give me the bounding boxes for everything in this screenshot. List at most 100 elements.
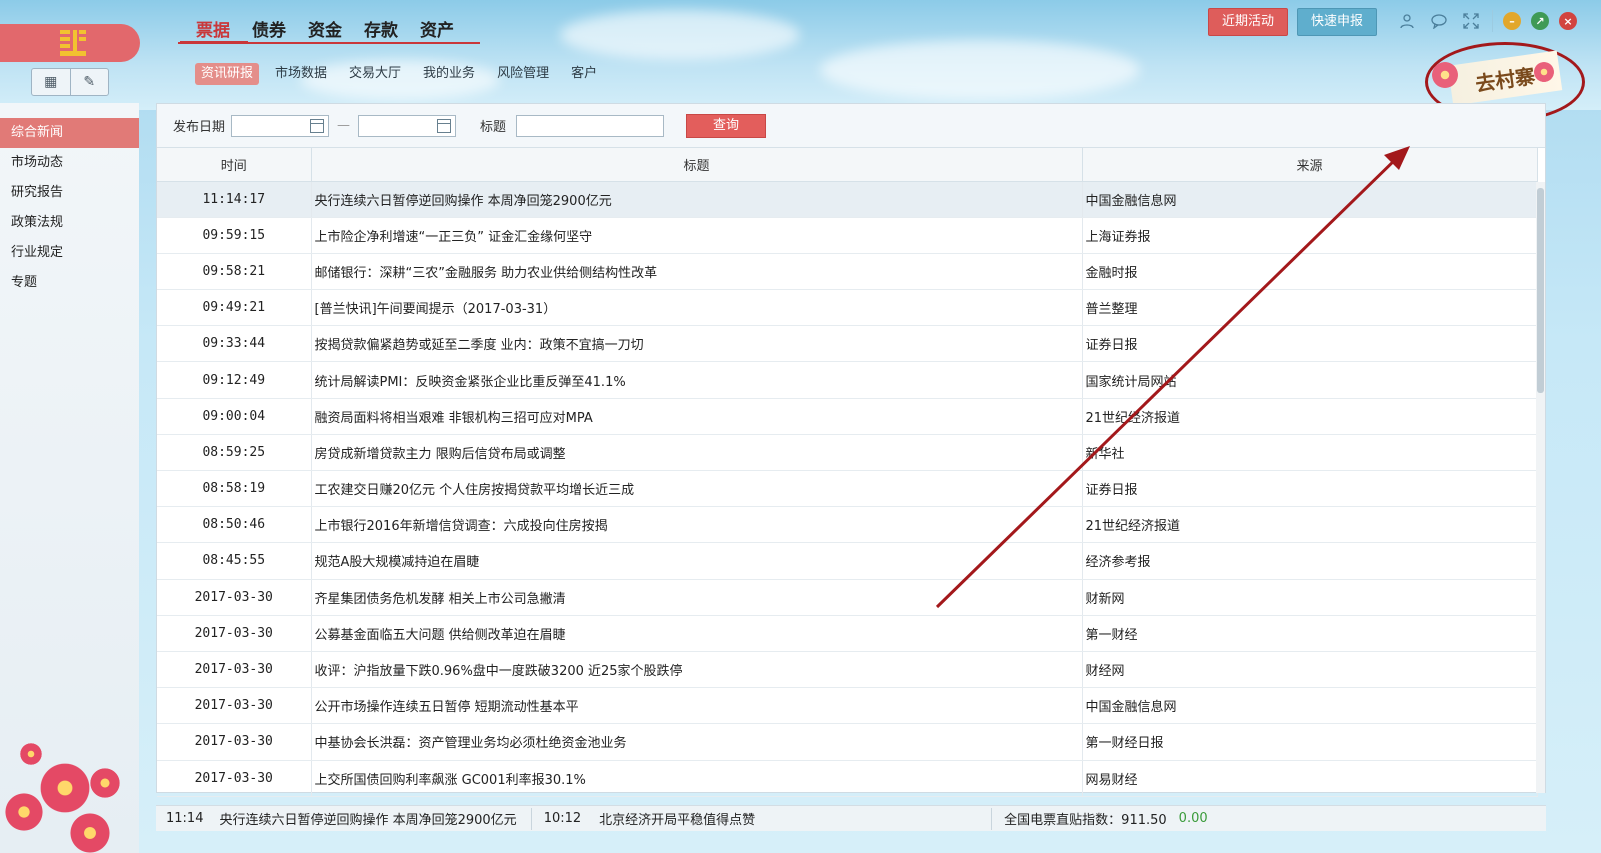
main-nav-item-deposits[interactable]: 存款: [353, 18, 409, 44]
row-time: 2017-03-30: [157, 723, 312, 761]
table-row[interactable]: 08:59:25 房贷成新增贷款主力 限购后信贷布局或调整 新华社: [157, 434, 1538, 472]
sidebar-item-market-news[interactable]: 市场动态: [0, 148, 139, 178]
table-row[interactable]: 09:12:49 统计局解读PMI：反映资金紧张企业比重反弹至41.1% 国家统计局…: [157, 361, 1538, 399]
calendar-icon[interactable]: [437, 118, 452, 133]
stamp-text: 去村寨: [1473, 63, 1537, 96]
scrollbar-thumb[interactable]: [1537, 188, 1544, 393]
row-title[interactable]: 收评：沪指放量下跌0.96%盘中一度跌破3200 近25家个股跌停: [311, 651, 1083, 689]
grid-icon[interactable]: ▦: [32, 69, 70, 95]
table-row[interactable]: 11:14:17 央行连续六日暂停逆回购操作 本周净回笼2900亿元 中国金融信息网: [157, 181, 1538, 218]
table-row[interactable]: 2017-03-30 上交所国债回购利率飙涨 GC001利率报30.1% 网易财经: [157, 760, 1538, 797]
column-header-source[interactable]: 来源: [1082, 148, 1538, 182]
news-panel: 发布日期 — 标题 查询 时间 标题 来源 11:14:17 央行连续六日暂停逆回…: [156, 103, 1546, 797]
sub-nav-item-news-research[interactable]: 资讯研报: [195, 63, 260, 85]
row-title[interactable]: 融资局面料将相当艰难 非银机构三招可应对MPA: [311, 398, 1083, 435]
table-row[interactable]: 08:45:55 规范A股大规模减持迫在眉睫 经济参考报: [157, 542, 1538, 580]
sub-nav-item-clients[interactable]: 客户: [565, 63, 603, 85]
row-title[interactable]: [普兰快讯]午间要闻提示（2017-03-31）: [311, 289, 1083, 327]
row-title[interactable]: 上市银行2016年新增信贷调查：六成投向住房按揭: [311, 506, 1083, 544]
sidebar-item-research-reports[interactable]: 研究报告: [0, 178, 139, 208]
sidebar-item-policies[interactable]: 政策法规: [0, 208, 139, 238]
row-title[interactable]: 公募基金面临五大问题 供给侧改革迫在眉睫: [311, 615, 1083, 652]
row-source: 国家统计局网站: [1082, 361, 1538, 399]
row-time: 2017-03-30: [157, 687, 312, 725]
row-title[interactable]: 工农建交日赚20亿元 个人住房按揭贷款平均增长近三成: [311, 470, 1083, 508]
filter-bar: 发布日期 — 标题 查询: [157, 104, 1545, 148]
ticker-news-2[interactable]: 北京经济开局平稳值得点赞: [581, 809, 755, 828]
mini-toolbar: ▦ ✎: [31, 68, 109, 96]
row-source: 第一财经: [1082, 615, 1538, 652]
row-title[interactable]: 上市险企净利增速“一正三负” 证金汇金缘何坚守: [311, 217, 1083, 254]
row-time: 2017-03-30: [157, 579, 312, 616]
row-time: 09:12:49: [157, 361, 312, 399]
main-nav-item-bonds[interactable]: 债券: [241, 18, 297, 44]
table-row[interactable]: 09:59:15 上市险企净利增速“一正三负” 证金汇金缘何坚守 上海证券报: [157, 217, 1538, 254]
close-icon[interactable]: ×: [1559, 12, 1577, 30]
row-title[interactable]: 房贷成新增贷款主力 限购后信贷布局或调整: [311, 434, 1083, 472]
row-title[interactable]: 公开市场操作连续五日暂停 短期流动性基本平: [311, 687, 1083, 725]
sub-nav-item-my-business[interactable]: 我的业务: [417, 63, 481, 85]
row-title[interactable]: 齐星集团债务危机发酵 相关上市公司急撇清: [311, 579, 1083, 616]
row-title[interactable]: 统计局解读PMI：反映资金紧张企业比重反弹至41.1%: [311, 361, 1083, 399]
title-search-input[interactable]: [516, 114, 665, 137]
row-source: 证券日报: [1082, 470, 1538, 508]
row-title[interactable]: 央行连续六日暂停逆回购操作 本周净回笼2900亿元: [311, 181, 1083, 218]
table-row[interactable]: 08:58:19 工农建交日赚20亿元 个人住房按揭贷款平均增长近三成 证券日报: [157, 470, 1538, 508]
table-row[interactable]: 2017-03-30 中基协会长洪磊：资产管理业务均必须杜绝资金池业务 第一财经日报: [157, 723, 1538, 761]
row-time: 09:59:15: [157, 217, 312, 254]
table-row[interactable]: 2017-03-30 收评：沪指放量下跌0.96%盘中一度跌破3200 近25家个…: [157, 651, 1538, 689]
row-source: 新华社: [1082, 434, 1538, 472]
date-range-dash: —: [337, 118, 351, 133]
pencil-icon[interactable]: ✎: [69, 69, 109, 95]
row-title[interactable]: 上交所国债回购利率飙涨 GC001利率报30.1%: [311, 760, 1083, 797]
sidebar-item-topics[interactable]: 专题: [0, 268, 139, 298]
flower-icon: [1432, 62, 1458, 88]
quick-report-button[interactable]: 快速申报: [1297, 8, 1377, 36]
row-time: 09:49:21: [157, 289, 312, 327]
user-icon[interactable]: [1396, 10, 1418, 32]
title-label: 标题: [480, 120, 507, 135]
column-header-time[interactable]: 时间: [157, 148, 312, 182]
main-nav-item-funds[interactable]: 资金: [297, 18, 353, 44]
row-time: 08:58:19: [157, 470, 312, 508]
row-source: 证券日报: [1082, 325, 1538, 363]
row-source: 中国金融信息网: [1082, 687, 1538, 725]
table-row[interactable]: 09:49:21 [普兰快讯]午间要闻提示（2017-03-31） 普兰整理: [157, 289, 1538, 327]
row-title[interactable]: 邮储银行：深耕“三农”金融服务 助力农业供给侧结构性改革: [311, 253, 1083, 291]
sidebar-item-industry-rules[interactable]: 行业规定: [0, 238, 139, 268]
table-row[interactable]: 09:00:04 融资局面料将相当艰难 非银机构三招可应对MPA 21世纪经济报道: [157, 398, 1538, 435]
restore-icon[interactable]: ↗: [1531, 12, 1549, 30]
recent-activity-button[interactable]: 近期活动: [1208, 8, 1288, 36]
table-row[interactable]: 09:33:44 按揭贷款偏紧趋势或延至二季度 业内：政策不宜搞一刀切 证券日报: [157, 325, 1538, 363]
main-nav-item-assets[interactable]: 资产: [409, 18, 465, 44]
table-row[interactable]: 2017-03-30 公募基金面临五大问题 供给侧改革迫在眉睫 第一财经: [157, 615, 1538, 652]
row-title[interactable]: 按揭贷款偏紧趋势或延至二季度 业内：政策不宜搞一刀切: [311, 325, 1083, 363]
app-logo: [0, 24, 140, 62]
window-controls: – ↗ ×: [1396, 10, 1577, 32]
row-title[interactable]: 中基协会长洪磊：资产管理业务均必须杜绝资金池业务: [311, 723, 1083, 761]
query-button[interactable]: 查询: [686, 113, 767, 138]
sub-nav-item-market-data[interactable]: 市场数据: [269, 63, 333, 85]
row-source: 21世纪经济报道: [1082, 506, 1538, 544]
sidebar: 综合新闻 市场动态 研究报告 政策法规 行业规定 专题: [0, 103, 139, 853]
chat-icon[interactable]: [1428, 10, 1450, 32]
table-row[interactable]: 2017-03-30 齐星集团债务危机发酵 相关上市公司急撇清 财新网: [157, 579, 1538, 616]
sidebar-item-general-news[interactable]: 综合新闻: [0, 118, 139, 148]
row-source: 上海证券报: [1082, 217, 1538, 254]
end-date-input[interactable]: [358, 114, 457, 137]
news-ticker: 11:14 央行连续六日暂停逆回购操作 本周净回笼2900亿元 10:12 北京…: [156, 805, 1546, 831]
sub-nav-item-trading-hall[interactable]: 交易大厅: [343, 63, 407, 85]
sub-nav-item-risk-management[interactable]: 风险管理: [491, 63, 555, 85]
start-date-input[interactable]: [231, 114, 330, 137]
ticker-news-1[interactable]: 央行连续六日暂停逆回购操作 本周净回笼2900亿元: [203, 809, 516, 828]
table-row[interactable]: 09:58:21 邮储银行：深耕“三农”金融服务 助力农业供给侧结构性改革 金融时报: [157, 253, 1538, 291]
row-time: 09:33:44: [157, 325, 312, 363]
table-scrollbar[interactable]: [1536, 182, 1545, 793]
table-row[interactable]: 2017-03-30 公开市场操作连续五日暂停 短期流动性基本平 中国金融信息网: [157, 687, 1538, 725]
minimize-icon[interactable]: –: [1503, 12, 1521, 30]
calendar-icon[interactable]: [310, 118, 325, 133]
fullscreen-icon[interactable]: [1460, 10, 1482, 32]
table-row[interactable]: 08:50:46 上市银行2016年新增信贷调查：六成投向住房按揭 21世纪经济报道: [157, 506, 1538, 544]
row-title[interactable]: 规范A股大规模减持迫在眉睫: [311, 542, 1083, 580]
column-header-title[interactable]: 标题: [311, 148, 1083, 182]
